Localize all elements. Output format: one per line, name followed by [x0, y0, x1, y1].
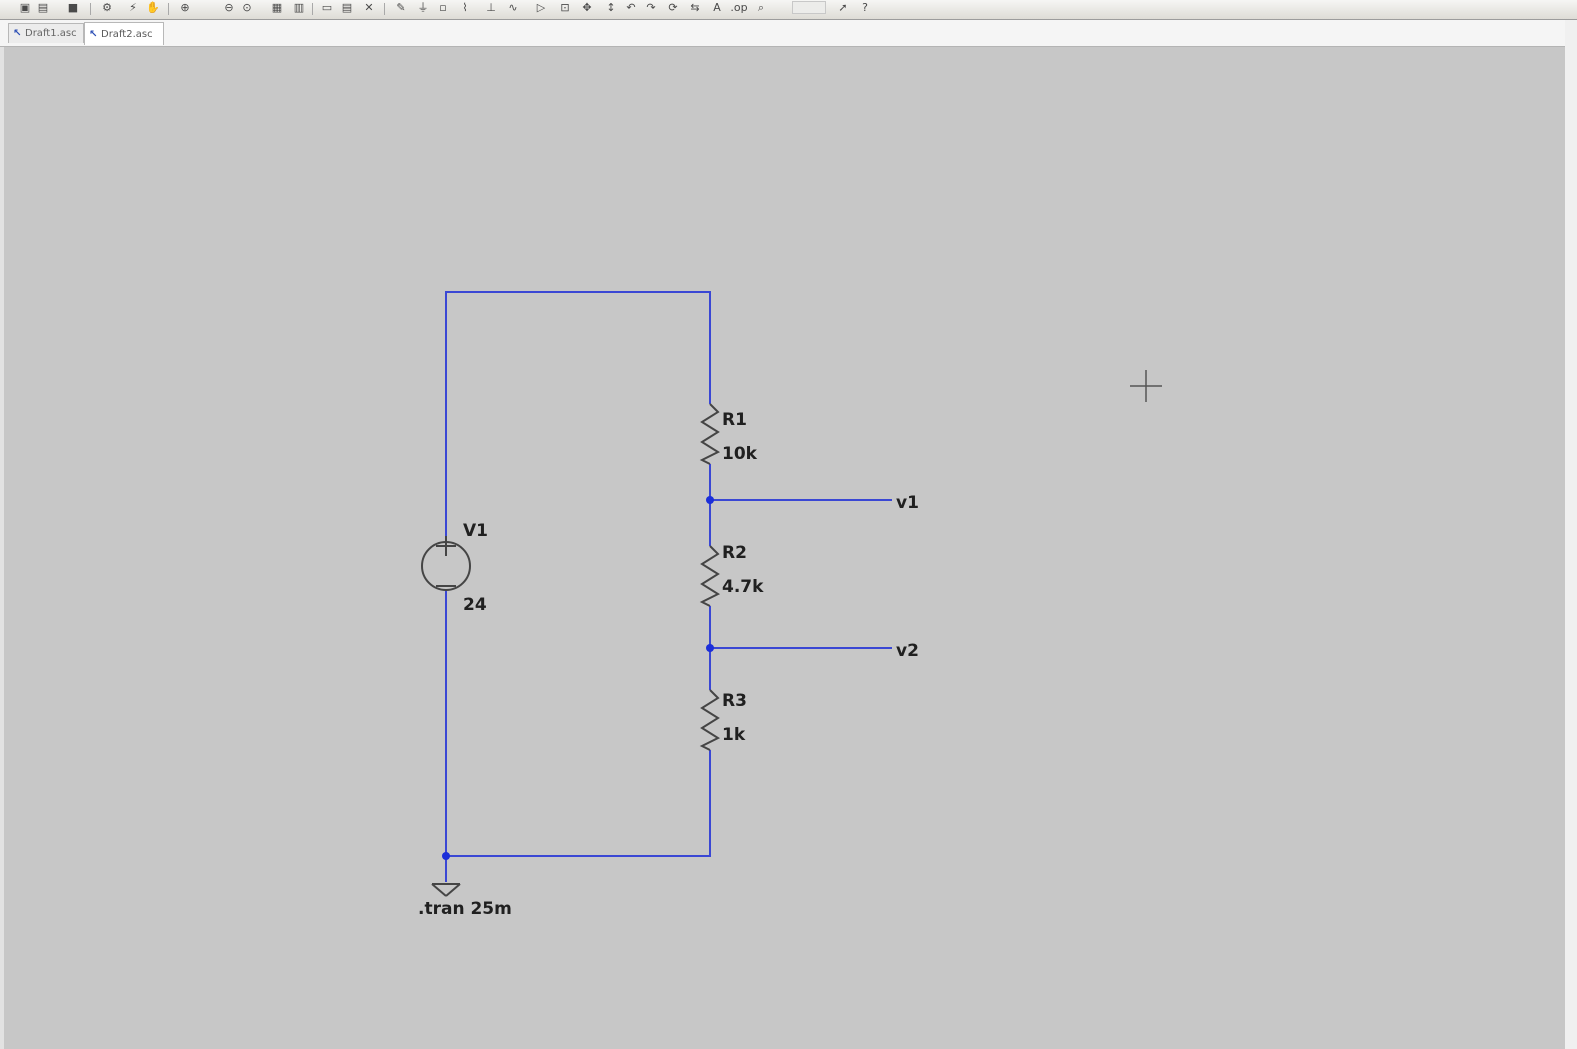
tile-icon[interactable]: ▥ [292, 1, 306, 15]
component-ref-r1: R1 [722, 410, 747, 430]
spice-directive-icon[interactable]: .op [730, 1, 747, 15]
resistor-r2[interactable]: R2 4.7k [699, 543, 764, 607]
ground-icon[interactable]: ⏚ [416, 1, 430, 15]
ground-icon[interactable] [431, 883, 461, 897]
rotate-icon[interactable]: ⟳ [666, 1, 680, 15]
tile-vertical-icon[interactable]: ▤ [340, 1, 354, 15]
ltspice-window: ▣ ▤ ■ ⚙ ⚡ ✋ ⊕ ⊖ ⊙ ▦ ▥ ▭ ▤ ✕ ✎ ⏚ ▫ ⌇ ⊥ ∿ … [0, 0, 1577, 1049]
tab-draft1[interactable]: ↖ Draft1.asc [8, 23, 84, 43]
component-ref-r3: R3 [722, 691, 747, 711]
resistor-r3[interactable]: R3 1k [699, 689, 747, 751]
toolbar: ▣ ▤ ■ ⚙ ⚡ ✋ ⊕ ⊖ ⊙ ▦ ▥ ▭ ▤ ✕ ✎ ⏚ ▫ ⌇ ⊥ ∿ … [0, 0, 1577, 20]
autoscale-icon[interactable]: ▦ [270, 1, 284, 15]
new-schematic-icon[interactable]: ▣ [18, 1, 32, 15]
drag-icon[interactable]: ↕ [604, 1, 618, 15]
pointer-icon[interactable]: ➚ [836, 1, 850, 15]
tab-draft2[interactable]: ↖ Draft2.asc [84, 22, 164, 45]
zoom-field[interactable] [792, 1, 826, 14]
close-icon[interactable]: ✕ [362, 1, 376, 15]
save-icon[interactable]: ■ [66, 1, 80, 15]
component-value-v1: 24 [463, 595, 487, 615]
wire-bottom-loop[interactable] [445, 596, 711, 857]
cascade-icon[interactable]: ▭ [320, 1, 334, 15]
inductor-icon[interactable]: ∿ [506, 1, 520, 15]
mirror-icon[interactable]: ⇆ [688, 1, 702, 15]
move-icon[interactable]: ✥ [580, 1, 594, 15]
wire-top-loop[interactable] [445, 291, 711, 608]
junction-dot [706, 496, 714, 504]
label-net-icon[interactable]: ▫ [436, 1, 450, 15]
toolbar-separator [312, 3, 313, 15]
diode-icon[interactable]: ▷ [534, 1, 548, 15]
component-value-r2: 4.7k [722, 577, 764, 597]
component-value-r1: 10k [722, 444, 758, 464]
net-label-v1[interactable]: v1 [896, 493, 919, 513]
spice-directive[interactable]: .tran 25m [418, 899, 512, 919]
help-icon[interactable]: ? [858, 1, 872, 15]
run-icon[interactable]: ⚡ [126, 1, 140, 15]
junction-dot [442, 852, 450, 860]
schematic-icon: ↖ [89, 28, 98, 40]
find-icon[interactable]: ⌕ [754, 1, 768, 15]
redo-icon[interactable]: ↷ [644, 1, 658, 15]
component-value-r3: 1k [722, 725, 746, 745]
tab-label: Draft2.asc [101, 28, 153, 40]
junction-dot [706, 644, 714, 652]
component-ref-r2: R2 [722, 543, 747, 563]
resistor-icon[interactable]: ⌇ [458, 1, 472, 15]
voltage-source-v1[interactable]: V1 24 [421, 521, 488, 615]
resistor-r1[interactable]: R1 10k [699, 403, 758, 465]
wires[interactable] [445, 291, 892, 882]
text-icon[interactable]: A [710, 1, 724, 15]
toolbar-separator [168, 3, 169, 15]
halt-icon[interactable]: ✋ [146, 1, 160, 15]
zoom-out-icon[interactable]: ⊖ [222, 1, 236, 15]
open-icon[interactable]: ▤ [36, 1, 50, 15]
tab-label: Draft1.asc [25, 28, 77, 39]
schematic-canvas[interactable]: V1 24 R1 10k R2 4.7k R3 1k v1 v2 .tran 2… [4, 47, 1565, 1049]
undo-icon[interactable]: ↶ [624, 1, 638, 15]
crosshair-cursor-icon [1130, 370, 1162, 402]
schematic-drawing[interactable]: V1 24 R1 10k R2 4.7k R3 1k v1 v2 .tran 2… [4, 47, 1565, 1049]
component-icon[interactable]: ⊡ [558, 1, 572, 15]
toolbar-separator [90, 3, 91, 15]
schematic-icon: ↖ [13, 28, 22, 39]
zoom-fit-icon[interactable]: ⊙ [240, 1, 254, 15]
capacitor-icon[interactable]: ⊥ [484, 1, 498, 15]
window-border-right [1565, 20, 1577, 1049]
net-label-v2[interactable]: v2 [896, 641, 919, 661]
control-panel-icon[interactable]: ⚙ [100, 1, 114, 15]
component-ref-v1: V1 [463, 521, 488, 541]
wire-icon[interactable]: ✎ [394, 1, 408, 15]
zoom-in-icon[interactable]: ⊕ [178, 1, 192, 15]
tab-bar: ↖ Draft1.asc ↖ Draft2.asc [0, 20, 1577, 47]
toolbar-separator [384, 3, 385, 15]
